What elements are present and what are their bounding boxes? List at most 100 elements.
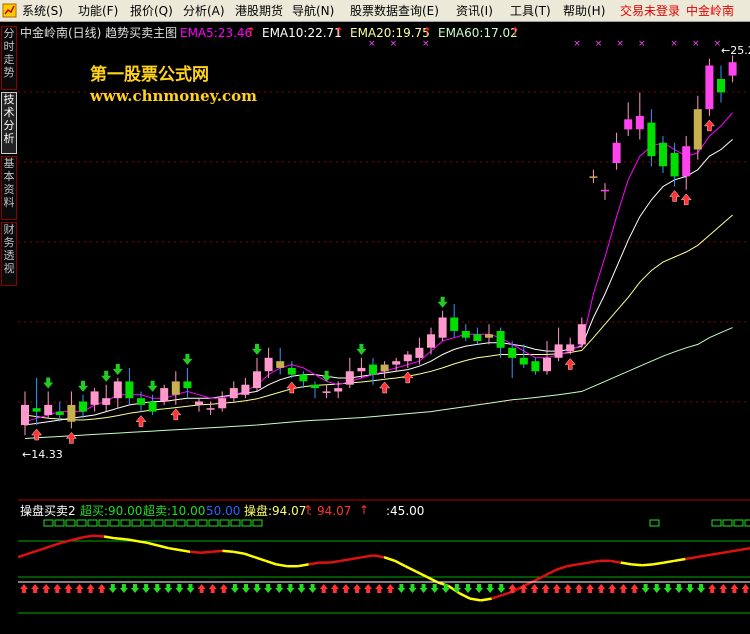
chart-area[interactable]: × × × × × × × × × × [18, 22, 750, 634]
candle-body [113, 381, 122, 399]
candle-body [717, 79, 725, 93]
candle-body [461, 331, 470, 338]
ema60-label: EMA60:17.02 [438, 26, 518, 40]
top-marker: × [368, 39, 376, 49]
candle-body [392, 361, 401, 365]
top-marker: × [595, 39, 603, 49]
candle-body [229, 388, 238, 399]
candle-body [287, 367, 296, 375]
candle-body [311, 384, 319, 389]
candle-body [473, 334, 482, 341]
candle-body [485, 334, 493, 338]
candle-body [345, 371, 354, 385]
candle-body [543, 357, 551, 372]
menu-hk-futures[interactable]: 港股期货 [235, 3, 283, 19]
tab-financials[interactable]: 财务透视 [1, 222, 17, 286]
candle-body [44, 404, 53, 415]
osc-segment [685, 555, 697, 561]
candle-body [705, 65, 714, 110]
tab-technical-analysis[interactable]: 技术分析 [1, 92, 17, 154]
menu-tools[interactable]: 工具(T) [510, 3, 551, 19]
ema20-up-arrow: ↑ [422, 25, 433, 39]
candle-body [90, 391, 99, 405]
ema60-up-arrow: ↑ [510, 25, 521, 39]
osc-segment [642, 563, 654, 567]
osc-segment [114, 537, 126, 541]
osc-segment [136, 539, 148, 545]
candle-body [624, 119, 633, 130]
candle-body [380, 364, 389, 372]
overbought-label: 超买:90.00 [80, 504, 143, 518]
candle-body [137, 398, 145, 405]
osc-segment [620, 561, 632, 566]
osc-segment [738, 546, 750, 552]
osc-segment [200, 550, 212, 554]
candle-body [253, 371, 261, 389]
osc-segment [577, 561, 589, 566]
menu-navigation[interactable]: 导航(N) [292, 3, 334, 19]
osc-segment [362, 554, 374, 559]
osc-segment [276, 563, 288, 568]
current-stock-name: 中金岭南 [686, 4, 735, 18]
candle-body [218, 398, 227, 409]
candle-body [334, 388, 343, 392]
candle-body [728, 62, 737, 76]
tab-intraday[interactable]: 分时走势 [1, 26, 17, 90]
osc-segment [372, 554, 385, 559]
tab-intraday-label: 分时走势 [3, 27, 15, 79]
candle-body [612, 142, 621, 163]
osc-segment [308, 561, 320, 566]
top-marker: × [390, 39, 398, 49]
osc-segment [351, 555, 363, 561]
candle-body [21, 404, 29, 426]
osc-segment [179, 548, 191, 554]
osc-segment [168, 546, 180, 552]
indicator-name: 操盘买卖2 [20, 504, 76, 518]
candle-body [357, 367, 366, 372]
osc-segment [663, 559, 675, 564]
login-status[interactable]: 交易未登录 [620, 3, 680, 19]
osc-segment [340, 557, 352, 563]
osc-segment [706, 552, 718, 557]
indicator-extra-label: :45.00 [386, 504, 425, 518]
top-marker: × [616, 39, 624, 49]
menu-system[interactable]: 系统(S) [22, 3, 63, 19]
candle-body [577, 324, 586, 345]
osc-segment [222, 549, 234, 554]
tab-fundamentals-label: 基本资料 [3, 157, 15, 209]
menu-news[interactable]: 资讯(I) [456, 3, 493, 19]
watermark-url: www.chnmoney.com [90, 87, 257, 105]
osc-segment [674, 557, 686, 563]
menu-quote[interactable]: 报价(Q) [130, 3, 173, 19]
top-marker: × [422, 39, 430, 49]
candle-body [659, 142, 667, 167]
candle-body [79, 401, 87, 412]
osc-segment [695, 554, 708, 559]
menu-bar: 系统(S) 功能(F) 报价(Q) 分析(A) 港股期货 导航(N) 股票数据查… [0, 0, 750, 22]
candle-body [682, 146, 691, 177]
menu-function[interactable]: 功能(F) [78, 3, 118, 19]
menu-stock-data-query[interactable]: 股票数据查询(E) [350, 3, 439, 19]
high-price-label: ←25.21 [721, 44, 750, 58]
osc-segment [211, 549, 223, 554]
oversold-label: 超卖:10.00 [143, 504, 206, 518]
menu-analysis[interactable]: 分析(A) [183, 3, 225, 19]
ema5-up-arrow: ↑ [246, 25, 257, 39]
menu-help[interactable]: 帮助(H) [563, 3, 605, 19]
osc-segment [82, 534, 94, 539]
tab-fundamentals[interactable]: 基本资料 [1, 156, 17, 220]
candle-body [171, 381, 180, 395]
candle-body [589, 176, 598, 178]
osc-segment [190, 550, 202, 554]
candle-body [264, 357, 273, 372]
ema20-label: EMA20:19.75 [350, 26, 430, 40]
low-price-label: ←14.33 [22, 448, 63, 461]
candle-body [125, 381, 134, 399]
indicator-value2-label: 94.07 [317, 504, 351, 518]
candle-body [415, 347, 424, 358]
osc-segment [103, 535, 116, 540]
candle-body [183, 381, 192, 389]
midline-label: 50.00 [206, 504, 241, 518]
top-marker: × [573, 39, 581, 49]
low-price-value: 14.33 [31, 448, 63, 461]
